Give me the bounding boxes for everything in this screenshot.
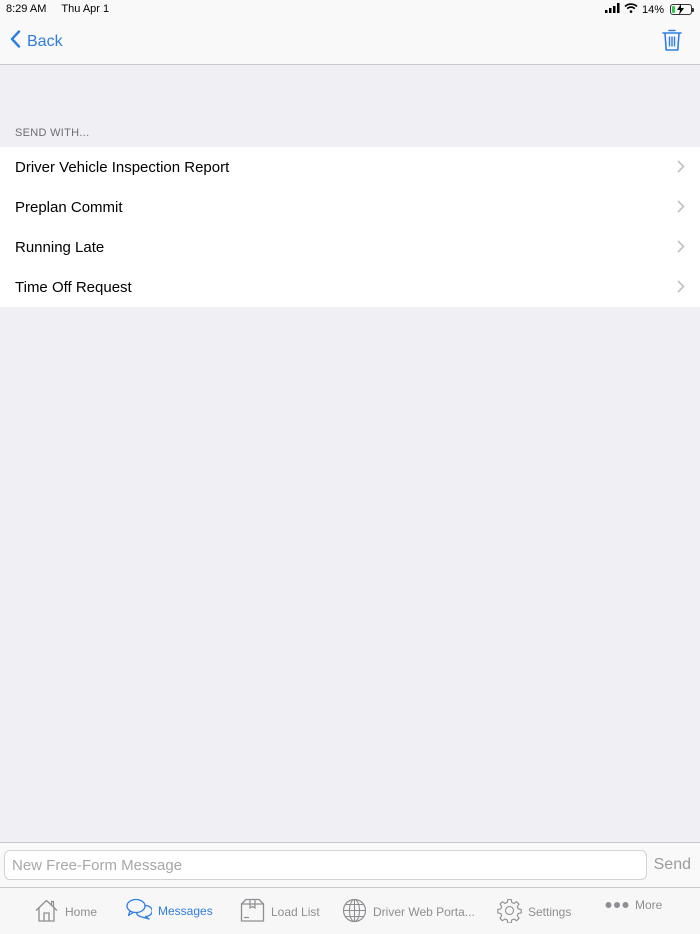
tab-label: More — [635, 898, 663, 912]
list-item-label: Driver Vehicle Inspection Report — [15, 158, 230, 176]
globe-icon — [342, 898, 367, 926]
tab-label: Home — [65, 905, 98, 919]
send-button[interactable]: Send — [654, 856, 691, 874]
status-time: 8:29 AM — [6, 3, 47, 15]
list-item-label: Time Off Request — [15, 278, 132, 296]
home-icon — [34, 898, 59, 926]
more-dots-icon — [605, 898, 629, 912]
package-icon — [240, 898, 265, 926]
status-date: Thu Apr 1 — [61, 3, 110, 15]
tab-settings[interactable]: Settings — [497, 898, 571, 926]
tab-label: Load List — [271, 905, 320, 919]
tab-label: Settings — [528, 905, 572, 919]
status-bar: 8:29 AM Thu Apr 1 14% — [0, 0, 700, 20]
chevron-right-icon — [677, 240, 685, 257]
tab-label: Messages — [158, 903, 213, 918]
tab-bar: Home Messages Load List Driver Web Porta… — [0, 887, 700, 934]
tab-messages[interactable]: Messages — [126, 898, 213, 923]
tab-more[interactable]: More — [605, 898, 662, 912]
signal-icon — [604, 3, 620, 16]
back-label: Back — [27, 32, 63, 50]
section-header: SEND WITH... — [15, 127, 90, 139]
list-item-label: Preplan Commit — [15, 198, 123, 216]
list-item-running-late[interactable]: Running Late — [0, 227, 700, 267]
chat-bubbles-icon — [126, 898, 153, 923]
gear-icon — [497, 898, 522, 926]
list-item-preplan-commit[interactable]: Preplan Commit — [0, 187, 700, 227]
back-button[interactable]: Back — [10, 30, 63, 53]
tab-driver-web-portal[interactable]: Driver Web Porta... — [342, 898, 475, 926]
navigation-bar: Back — [0, 20, 700, 65]
trash-icon — [662, 29, 682, 56]
chevron-left-icon — [10, 30, 27, 53]
list-item-driver-vehicle-inspection-report[interactable]: Driver Vehicle Inspection Report — [0, 147, 700, 187]
battery-charging-icon — [670, 4, 694, 15]
chevron-right-icon — [677, 280, 685, 297]
list-item-label: Running Late — [15, 238, 105, 256]
status-time-date: 8:29 AM Thu Apr 1 — [6, 3, 109, 15]
wifi-icon — [624, 3, 638, 16]
status-indicators: 14% — [604, 3, 694, 16]
chevron-right-icon — [677, 200, 685, 217]
message-input[interactable] — [4, 850, 647, 880]
send-with-list: Driver Vehicle Inspection Report Preplan… — [0, 147, 700, 307]
list-item-time-off-request[interactable]: Time Off Request — [0, 267, 700, 307]
tab-load-list[interactable]: Load List — [240, 898, 320, 926]
compose-bar: Send — [0, 842, 700, 887]
tab-label: Driver Web Porta... — [373, 905, 475, 919]
chevron-right-icon — [677, 160, 685, 177]
battery-percent: 14% — [641, 3, 664, 16]
delete-button[interactable] — [662, 28, 682, 57]
tab-home[interactable]: Home — [34, 898, 97, 926]
